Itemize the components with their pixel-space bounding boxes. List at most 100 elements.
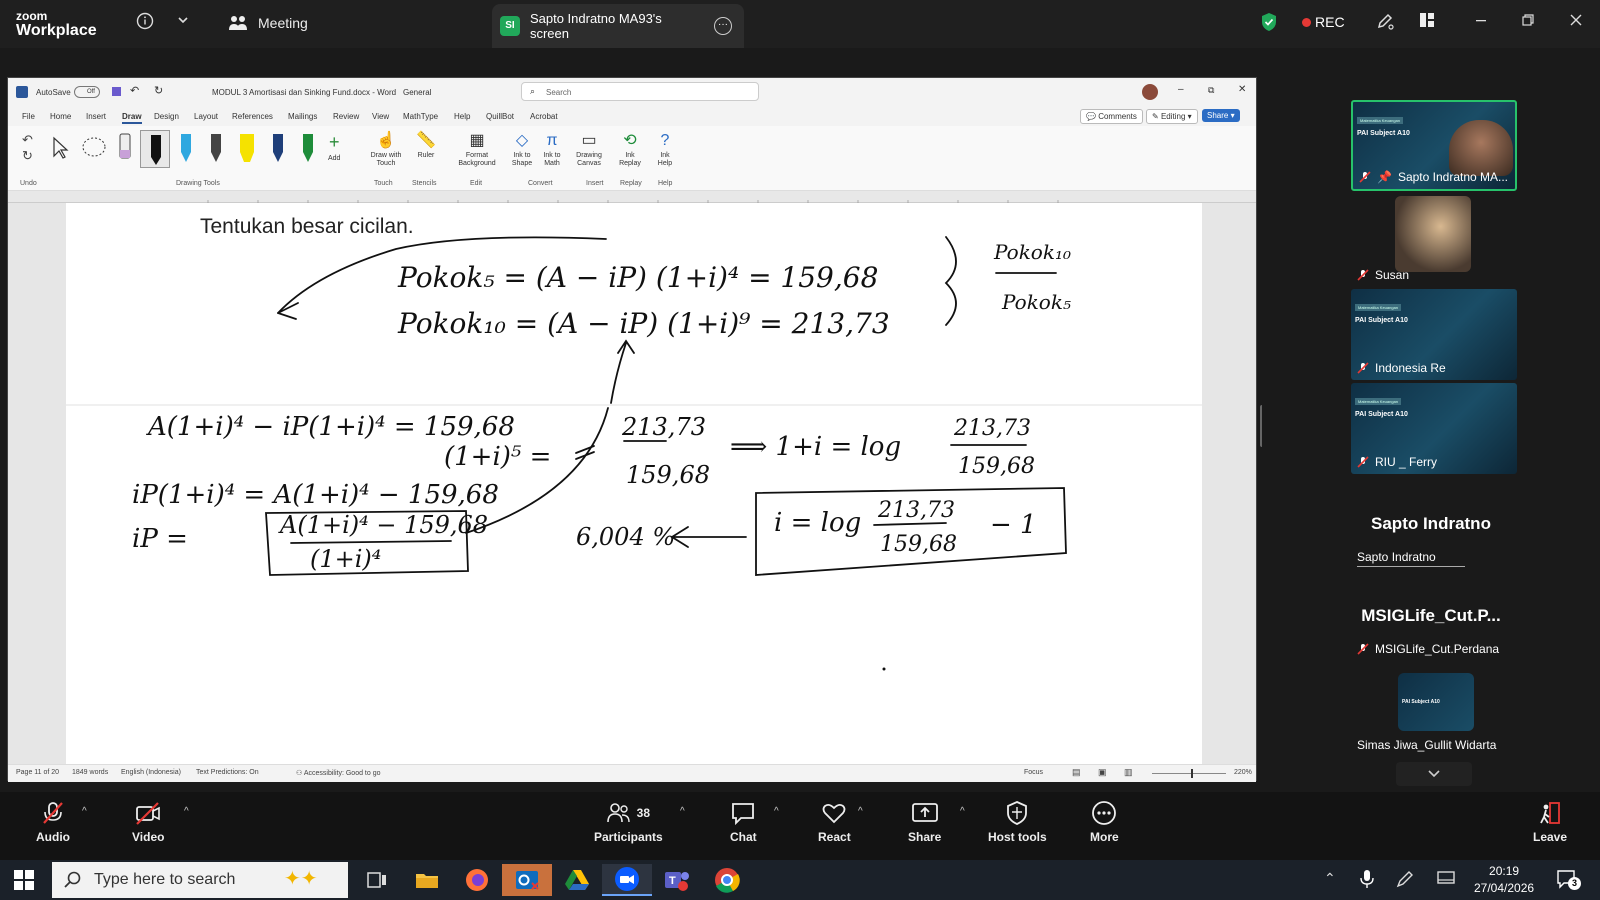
google-drive-icon[interactable] (552, 864, 602, 896)
teams-icon[interactable]: T (652, 864, 702, 896)
more-options-icon[interactable]: ··· (714, 17, 732, 35)
print-layout-icon[interactable]: ▣ (1098, 767, 1107, 778)
zoom-slider-thumb[interactable] (1191, 769, 1193, 778)
menu-mathtype[interactable]: MathType (403, 112, 438, 121)
audio-button[interactable]: Audio (36, 800, 70, 844)
video-options-caret-icon[interactable]: ^ (184, 806, 189, 817)
format-background-button[interactable]: ▦ Format Background (456, 132, 498, 168)
chat-button[interactable]: Chat (730, 800, 757, 844)
comments-button[interactable]: 💬 Comments (1080, 109, 1143, 124)
focus-mode-button[interactable]: Focus (1024, 769, 1043, 776)
menu-design[interactable]: Design (154, 112, 179, 121)
eraser-icon[interactable] (118, 132, 132, 162)
participant-thumbnail[interactable]: PAI Subject A10 (1398, 673, 1474, 731)
save-icon[interactable] (112, 87, 121, 96)
pen-tray-icon[interactable] (1396, 870, 1414, 893)
task-view-icon[interactable] (352, 864, 402, 896)
add-pen-button[interactable]: + Add (328, 132, 340, 163)
ink-help-button[interactable]: ? Ink Help (654, 132, 676, 168)
shared-screen-tab[interactable]: SI Sapto Indratno MA93's screen ··· (492, 4, 744, 48)
windows-start-icon[interactable] (14, 870, 34, 895)
text-predictions-status[interactable]: Text Predictions: On (196, 769, 259, 776)
language-status[interactable]: English (Indonesia) (121, 769, 181, 776)
menu-references[interactable]: References (232, 112, 273, 121)
audio-options-caret-icon[interactable]: ^ (82, 806, 87, 817)
share-doc-button[interactable]: Share ▾ (1202, 109, 1240, 122)
select-cursor-icon[interactable] (50, 136, 70, 160)
menu-draw[interactable]: Draw (122, 112, 142, 124)
participants-button[interactable]: 38 Participants (594, 800, 663, 844)
accessibility-status[interactable]: ⚇ Accessibility: Good to go (296, 769, 381, 777)
react-button[interactable]: React (818, 800, 851, 844)
chevron-down-icon[interactable] (172, 12, 194, 34)
lasso-select-icon[interactable] (80, 134, 108, 162)
ink-replay-button[interactable]: ⟲ Ink Replay (618, 132, 642, 168)
chrome-icon[interactable] (702, 864, 752, 896)
word-close-icon[interactable]: ✕ (1238, 84, 1246, 95)
view-layout-icon[interactable] (1416, 12, 1438, 34)
participant-tile-active[interactable]: Matematika Keuangan PAI Subject A10 📌 Sa… (1351, 100, 1517, 191)
meeting-tab[interactable]: Meeting (228, 14, 308, 32)
zoom-slider[interactable] (1152, 773, 1226, 774)
avatar[interactable] (1142, 84, 1158, 100)
zoom-app-icon[interactable] (602, 864, 652, 896)
scroll-down-button[interactable] (1396, 762, 1472, 786)
navy-pen-icon[interactable] (270, 132, 286, 164)
zoom-level[interactable]: 220% (1234, 769, 1252, 776)
draw-with-touch-button[interactable]: ☝ Draw with Touch (366, 132, 406, 168)
dark-pencil-icon[interactable] (208, 132, 224, 164)
yellow-highlighter-icon[interactable] (238, 132, 256, 164)
web-layout-icon[interactable]: ▥ (1124, 767, 1133, 778)
menu-insert[interactable]: Insert (86, 112, 106, 121)
drawing-canvas-button[interactable]: ▭ Drawing Canvas (574, 132, 604, 168)
menu-mailings[interactable]: Mailings (288, 112, 317, 121)
menu-home[interactable]: Home (50, 112, 71, 121)
participants-caret-icon[interactable]: ^ (680, 806, 685, 817)
word-minimize-icon[interactable]: – (1178, 84, 1184, 95)
security-shield-icon[interactable] (1258, 12, 1280, 34)
video-button[interactable]: Video (132, 800, 164, 844)
word-count[interactable]: 1849 words (72, 769, 108, 776)
outlook-icon[interactable] (502, 864, 552, 896)
participant-list-item[interactable]: MSIGLife_Cut.Perdana (1357, 642, 1499, 656)
document-page[interactable]: Tentukan besar cicilan. Pokok₅ = (A − iP… (66, 203, 1202, 764)
share-screen-button[interactable]: Share (908, 800, 941, 844)
menu-quillbot[interactable]: QuillBot (486, 112, 514, 121)
black-pen-tool[interactable] (140, 130, 170, 168)
redo-quick-icon[interactable]: ↻ (154, 84, 163, 97)
word-search-box[interactable]: ⌕ Search (521, 82, 759, 101)
menu-review[interactable]: Review (333, 112, 359, 121)
more-button[interactable]: More (1090, 800, 1119, 844)
menu-acrobat[interactable]: Acrobat (530, 112, 558, 121)
redo-icon[interactable]: ↻ (22, 148, 33, 164)
share-caret-icon[interactable]: ^ (960, 806, 965, 817)
minimize-icon[interactable] (1470, 12, 1492, 34)
info-icon[interactable] (134, 12, 156, 34)
leave-button[interactable]: Leave (1533, 800, 1567, 844)
notifications-icon[interactable]: 3 (1556, 869, 1581, 894)
ink-to-math-button[interactable]: π Ink to Math (540, 132, 564, 168)
ruler-button[interactable]: 📏 Ruler (416, 132, 436, 160)
participant-tile-susan[interactable]: Susan (1351, 196, 1517, 287)
menu-view[interactable]: View (372, 112, 389, 121)
blue-pen-icon[interactable] (178, 132, 194, 164)
taskbar-search-input[interactable]: Type here to search ✦✦ (52, 862, 348, 898)
display-tray-icon[interactable] (1436, 870, 1456, 893)
chat-caret-icon[interactable]: ^ (774, 806, 779, 817)
ink-to-shape-button[interactable]: ◇ Ink to Shape (510, 132, 534, 168)
shared-screen[interactable]: AutoSave Off ↶ ↻ MODUL 3 Amortisasi dan … (7, 77, 1257, 782)
page-count[interactable]: Page 11 of 20 (16, 769, 59, 776)
undo-quick-icon[interactable]: ↶ (130, 84, 139, 97)
restore-icon[interactable] (1517, 12, 1539, 34)
word-restore-icon[interactable]: ⧉ (1208, 85, 1214, 96)
menu-file[interactable]: File (22, 112, 35, 121)
autosave-toggle[interactable]: Off (74, 86, 100, 98)
system-clock[interactable]: 20:19 27/04/2026 (1474, 863, 1534, 897)
participant-tile-riu-ferry[interactable]: Matematika Keuangan PAI Subject A10 RIU … (1351, 383, 1517, 474)
participant-tile-indonesia-re[interactable]: Matematika Keuangan PAI Subject A10 Indo… (1351, 289, 1517, 380)
document-canvas[interactable]: Tentukan besar cicilan. Pokok₅ = (A − iP… (8, 203, 1256, 764)
undo-icon[interactable]: ↶ (22, 132, 33, 148)
menu-help[interactable]: Help (454, 112, 470, 121)
host-tools-button[interactable]: Host tools (988, 800, 1047, 844)
green-pen-icon[interactable] (300, 132, 316, 164)
